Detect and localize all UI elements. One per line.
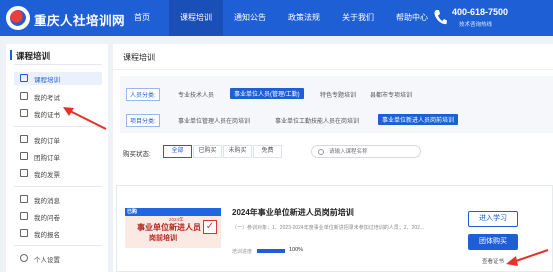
hotline-caption: 技术咨询热线 bbox=[459, 22, 493, 28]
nav-course-training[interactable]: 课程培训 bbox=[169, 0, 223, 36]
book-icon bbox=[20, 74, 28, 82]
thumbnail-title-line1: 事业单位新进人员 bbox=[137, 222, 201, 232]
course-card: 已购 2024年 事业单位新进人员 岗前培训 ✓ 2024年事业单位新进人员岗前… bbox=[116, 185, 553, 272]
project-option[interactable]: 事业单位管理人员在岗培训 bbox=[178, 116, 250, 125]
view-certificate-link[interactable]: 查看证书 bbox=[482, 257, 504, 265]
sidebar-item-label: 我的消息 bbox=[34, 198, 60, 205]
annotation-arrow-certificates bbox=[63, 107, 107, 130]
sidebar-item-course-training[interactable]: 课程培训 bbox=[14, 72, 102, 85]
category-option[interactable]: 专业技术人员 bbox=[178, 90, 214, 99]
progress-bar bbox=[257, 249, 285, 253]
sidebar-item-my-messages[interactable]: 我的消息 bbox=[14, 193, 102, 206]
nav-policies[interactable]: 政策法规 bbox=[277, 0, 331, 36]
sidebar-item-label: 我的考试 bbox=[34, 95, 60, 102]
sidebar-divider bbox=[14, 186, 102, 187]
sidebar-title-accent bbox=[10, 50, 12, 60]
tab-not-purchased[interactable]: 未购买 bbox=[223, 145, 252, 158]
sidebar-divider bbox=[14, 64, 102, 65]
sidebar-item-my-surveys[interactable]: 我的问卷 bbox=[14, 210, 102, 223]
sidebar-item-label: 我的发票 bbox=[34, 172, 60, 179]
signup-icon bbox=[20, 229, 28, 237]
sidebar-item-my-orders[interactable]: 我的订单 bbox=[14, 133, 102, 146]
progress-percent: 100% bbox=[289, 247, 304, 253]
sidebar-item-label: 我的报名 bbox=[34, 232, 60, 239]
nav-about[interactable]: 关于我们 bbox=[331, 0, 385, 36]
main-nav: 首页 课程培训 通知公告 政策法规 关于我们 帮助中心 bbox=[115, 0, 439, 36]
sidebar-item-group-orders[interactable]: 团购订单 bbox=[14, 150, 102, 163]
user-icon bbox=[20, 254, 28, 262]
purchased-tag: 已购 bbox=[127, 209, 138, 215]
tab-all[interactable]: 全部 bbox=[163, 145, 192, 158]
project-filter-label: 项目分类: bbox=[126, 114, 160, 127]
message-icon bbox=[20, 195, 28, 203]
hotline-number: 400-618-7500 bbox=[452, 7, 509, 17]
tab-purchased[interactable]: 已购买 bbox=[193, 145, 222, 158]
progress-bar-fill bbox=[257, 249, 285, 253]
tab-free[interactable]: 免费 bbox=[253, 145, 282, 158]
page-title: 课程培训 bbox=[123, 53, 155, 62]
sidebar-item-my-exams[interactable]: 我的考试 bbox=[14, 90, 102, 103]
survey-icon bbox=[20, 212, 28, 220]
thumbnail-title-line2: 岗前培训 bbox=[149, 233, 177, 242]
sidebar-item-settings[interactable]: 个人设置 bbox=[14, 252, 102, 265]
sidebar-item-label: 团购订单 bbox=[34, 155, 60, 162]
sidebar-title: 课程培训 bbox=[16, 51, 51, 61]
nav-help[interactable]: 帮助中心 bbox=[385, 0, 439, 36]
purchase-status-tabs: 全部 已购买 未购买 免费 bbox=[163, 145, 283, 158]
category-option[interactable]: 特色专题培训 bbox=[320, 90, 356, 99]
group-order-icon bbox=[20, 152, 28, 160]
sidebar-item-label: 我的订单 bbox=[34, 138, 60, 145]
sidebar-item-my-invoices[interactable]: 我的发票 bbox=[14, 167, 102, 180]
filter-panel: 人员分类: 专业技术人员 事业单位人员(管理/工勤) 特色专题培训 县都市专项培… bbox=[120, 76, 553, 133]
search-box[interactable] bbox=[311, 145, 421, 158]
project-option[interactable]: 事业单位工勤技能人员在岗培训 bbox=[275, 116, 359, 125]
exam-icon bbox=[20, 92, 28, 100]
enter-study-button[interactable]: 进入学习 bbox=[468, 211, 518, 227]
sidebar: 课程培训 课程培训 我的考试 我的证书 我的订单 团购订单 我的发票 我的消息 … bbox=[6, 44, 108, 272]
sidebar-item-label: 我的证书 bbox=[34, 112, 60, 119]
course-description: （一）参训对象：1、2023-2024年度事业单位新进招录未参加过培训的人员；2… bbox=[232, 225, 424, 231]
certificate-icon bbox=[20, 109, 28, 117]
invoice-icon bbox=[20, 169, 28, 177]
category-filter-label: 人员分类: bbox=[126, 88, 160, 101]
course-title[interactable]: 2024年事业单位新进人员岗前培训 bbox=[232, 207, 354, 218]
course-thumbnail[interactable]: 已购 2024年 事业单位新进人员 岗前培训 ✓ bbox=[125, 208, 221, 248]
nav-home[interactable]: 首页 bbox=[115, 0, 169, 36]
search-icon[interactable] bbox=[318, 149, 324, 155]
category-option[interactable]: 县都市专项培训 bbox=[370, 90, 412, 99]
sidebar-item-label: 课程培训 bbox=[34, 77, 60, 84]
progress-label: 培训进度 bbox=[232, 249, 253, 255]
order-icon bbox=[20, 135, 28, 143]
sidebar-item-label: 个人设置 bbox=[34, 257, 60, 264]
top-header: 重庆人社培训网 首页 课程培训 通知公告 政策法规 关于我们 帮助中心 400-… bbox=[0, 0, 553, 36]
phone-icon bbox=[434, 10, 447, 25]
annotation-arrow-view-certificate bbox=[506, 249, 549, 266]
title-divider bbox=[113, 69, 553, 70]
purchase-status-label: 购买状态: bbox=[123, 151, 151, 158]
category-option-selected[interactable]: 事业单位人员(管理/工勤) bbox=[230, 88, 304, 99]
search-input[interactable] bbox=[329, 147, 417, 157]
sidebar-item-my-signups[interactable]: 我的报名 bbox=[14, 227, 102, 240]
site-title[interactable]: 重庆人社培训网 bbox=[34, 10, 125, 29]
checkmark-icon: ✓ bbox=[203, 220, 217, 234]
project-option-selected[interactable]: 事业单位新进人员岗前培训 bbox=[378, 114, 459, 125]
site-logo[interactable] bbox=[6, 6, 30, 30]
sidebar-item-label: 我的问卷 bbox=[34, 215, 60, 222]
main-panel: 课程培训 人员分类: 专业技术人员 事业单位人员(管理/工勤) 特色专题培训 县… bbox=[113, 44, 553, 272]
nav-notices[interactable]: 通知公告 bbox=[223, 0, 277, 36]
sidebar-divider bbox=[14, 245, 102, 246]
